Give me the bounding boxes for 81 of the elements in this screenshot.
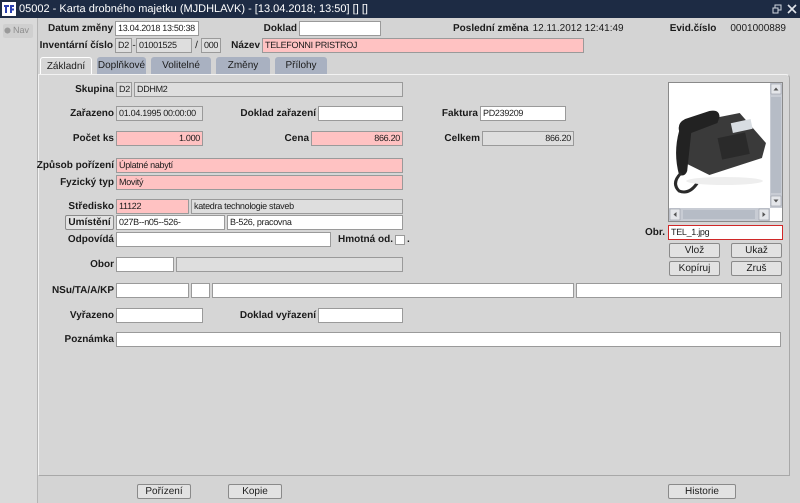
tab[interactable]: Volitelné xyxy=(151,57,211,74)
field-label: Celkem xyxy=(444,132,480,146)
field-label: Inventární číslo xyxy=(40,38,113,52)
input-field[interactable]: D2 xyxy=(116,82,132,97)
input-field[interactable] xyxy=(212,283,574,298)
field-label: Zařazeno xyxy=(70,107,114,121)
button[interactable]: Kopíruj xyxy=(669,261,720,276)
button[interactable]: Ukaž xyxy=(731,243,782,258)
nav-icon xyxy=(4,27,11,34)
scrollbar[interactable] xyxy=(669,208,770,221)
tab[interactable]: Doplňkové xyxy=(97,57,146,74)
button[interactable]: Zruš xyxy=(731,261,782,276)
input-field[interactable] xyxy=(116,257,174,272)
field-label: Faktura xyxy=(442,107,478,121)
field-label: Doklad zařazení xyxy=(240,107,316,121)
separator-text: / xyxy=(194,38,199,52)
input-field[interactable]: 866.20 xyxy=(311,131,403,146)
field-label: Evid.číslo xyxy=(670,22,716,36)
input-field[interactable]: Movitý xyxy=(116,175,403,190)
input-field[interactable]: Úplatné nabytí xyxy=(116,158,403,173)
input-field[interactable]: 1.000 xyxy=(116,131,203,146)
input-field[interactable]: B-526, pracovna xyxy=(227,215,403,230)
button[interactable]: Vlož xyxy=(669,243,720,258)
location-button[interactable]: Umístění xyxy=(65,215,114,230)
field-label: Poznámka xyxy=(64,333,114,347)
scrollbar[interactable] xyxy=(770,83,782,208)
input-field[interactable] xyxy=(176,257,403,272)
field-label: Obr. xyxy=(644,226,665,240)
input-field[interactable] xyxy=(576,283,782,298)
app-logo-icon xyxy=(2,2,16,16)
input-field[interactable]: 01.04.1995 00:00:00 xyxy=(116,106,203,121)
field-label: Název xyxy=(231,38,260,52)
field-label: Poslední změna xyxy=(453,22,529,36)
input-field[interactable]: TEL_1.jpg xyxy=(668,225,783,240)
field-label: Datum změny xyxy=(48,22,113,36)
input-field[interactable]: DDHM2 xyxy=(134,82,403,97)
window-title: 05002 - Karta drobného majetku (MJDHLAVK) - [13.04.2018; 13:50] [] [] xyxy=(19,2,368,17)
button[interactable]: Kopie xyxy=(228,484,282,499)
field-label: NSu/TA/A/KP xyxy=(52,284,114,298)
input-field[interactable]: 11122 xyxy=(116,199,189,214)
field-label: . xyxy=(407,233,410,247)
field-label: Vyřazeno xyxy=(70,309,114,323)
field-label: Obor xyxy=(90,258,114,272)
input-field[interactable]: TELEFONNI PRISTROJ xyxy=(262,38,584,52)
button[interactable]: Historie xyxy=(668,484,736,499)
tab[interactable]: Přílohy xyxy=(275,57,327,74)
input-field[interactable] xyxy=(116,308,203,323)
input-field[interactable]: 027B--n05--526- xyxy=(116,215,225,230)
field-label: Středisko xyxy=(68,200,114,214)
restore-icon[interactable] xyxy=(772,4,782,14)
input-field[interactable] xyxy=(318,308,403,323)
input-field[interactable]: katedra technologie staveb xyxy=(191,199,403,214)
input-field[interactable]: 000 xyxy=(201,38,221,52)
input-field[interactable]: 13.04.2018 13:50:38 xyxy=(115,20,199,36)
close-icon[interactable] xyxy=(787,4,797,14)
field-label: Odpovídá xyxy=(68,233,114,247)
input-field[interactable] xyxy=(318,106,403,121)
tab[interactable]: Změny xyxy=(216,57,270,74)
input-field[interactable] xyxy=(116,283,189,298)
field-label: Způsob pořízení xyxy=(36,159,114,173)
input-field[interactable]: 866.20 xyxy=(482,131,574,146)
checkbox[interactable] xyxy=(395,234,405,244)
field-label: Počet ks xyxy=(72,132,114,146)
input-field[interactable]: D2 xyxy=(115,38,132,52)
field-label: Fyzický typ xyxy=(60,176,114,190)
separator-text: - xyxy=(132,38,136,52)
input-field[interactable]: PD239209 xyxy=(480,106,566,121)
button[interactable]: Pořízení xyxy=(137,484,191,499)
field-label: Hmotná od. xyxy=(338,233,393,247)
input-field[interactable] xyxy=(116,332,781,347)
field-label: Doklad xyxy=(264,22,297,36)
input-field[interactable]: 01001525 xyxy=(136,38,192,52)
field-value: 0001000889 xyxy=(730,22,786,36)
field-label: Cena xyxy=(284,132,309,146)
field-label: Skupina xyxy=(75,83,114,97)
input-field[interactable] xyxy=(116,232,331,247)
field-value: 12.11.2012 12:41:49 xyxy=(532,22,624,36)
input-field[interactable] xyxy=(191,283,210,298)
field-label: Doklad vyřazení xyxy=(240,309,316,323)
input-field[interactable] xyxy=(299,20,381,36)
tab[interactable]: Základní xyxy=(40,57,92,74)
